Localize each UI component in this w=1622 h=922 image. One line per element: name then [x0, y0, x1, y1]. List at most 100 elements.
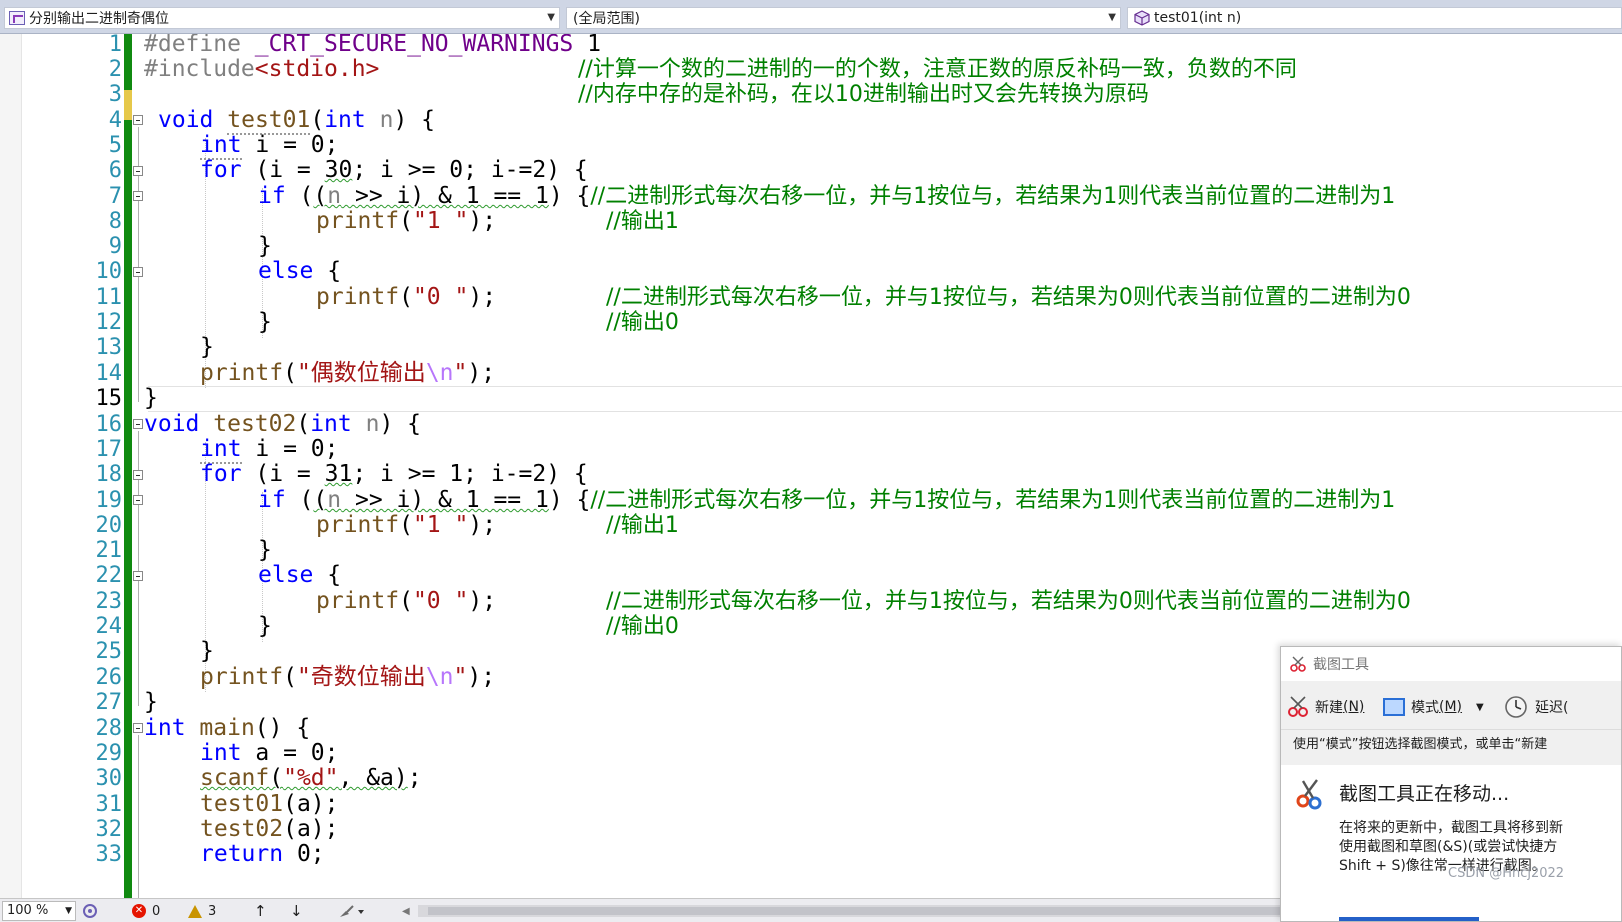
line-number: 13 — [95, 335, 123, 360]
navigation-bar: 分别输出二进制奇偶位 ▼ (全局范围) ▼ test01(int n) — [0, 0, 1622, 34]
code-line: //内存中存的是补码，在以10进制输出时又会先转换为原码 — [578, 81, 1149, 107]
code-line: int i = 0; — [200, 436, 339, 464]
snipping-tool-notice: 截图工具正在移动... 在将来的更新中，截图工具将移到新 使用截图和草图(&S)… — [1281, 765, 1621, 921]
code-line: #define _CRT_SECURE_NO_WARNINGS 1 — [144, 34, 601, 57]
line-number: 25 — [95, 639, 123, 664]
code-line: } — [144, 385, 158, 411]
code-line: //二进制形式每次右移一位，并与1按位与，若结果为0则代表当前位置的二进制为0 — [606, 284, 1411, 310]
scope-dropdown[interactable]: (全局范围) ▼ — [566, 7, 1121, 29]
line-number: 20 — [95, 513, 123, 538]
line-number: 28 — [95, 716, 123, 741]
chevron-down-icon: ▼ — [1476, 701, 1484, 713]
code-line: } — [258, 309, 272, 335]
line-number: 18 — [95, 462, 123, 487]
snipping-tool-link-bar[interactable] — [1339, 917, 1479, 921]
line-number: 29 — [95, 741, 123, 766]
collapse-icon[interactable] — [133, 115, 143, 125]
code-line: printf("0 "); — [316, 588, 497, 614]
code-line: void test01(int n) { — [158, 107, 436, 135]
previous-issue-arrow-icon[interactable]: ↑ — [254, 902, 267, 920]
mode-button[interactable]: 模式 (M) ▼ — [1383, 695, 1484, 719]
collapse-icon[interactable] — [133, 723, 143, 733]
line-number: 11 — [95, 285, 123, 310]
line-number: 4 — [108, 108, 122, 133]
line-number: 10 — [95, 259, 123, 284]
code-line: } — [144, 689, 158, 715]
code-line: } — [258, 233, 272, 259]
next-issue-arrow-icon[interactable]: ↓ — [290, 902, 303, 920]
code-line: printf("1 "); — [316, 208, 497, 234]
outline-margin — [132, 34, 144, 898]
line-number: 7 — [108, 184, 122, 209]
line-number: 14 — [95, 361, 123, 386]
collapse-icon[interactable] — [133, 166, 143, 176]
line-number: 8 — [108, 209, 122, 234]
line-number: 1 — [108, 34, 122, 57]
code-line: void test02(int n) { — [144, 411, 422, 437]
line-number: 19 — [95, 488, 123, 513]
code-comment: //计算一个数的二进制的一的个数，注意正数的原反补码一致，负数的不同 — [578, 57, 1297, 82]
member-dropdown[interactable]: test01(int n) — [1127, 7, 1622, 29]
zoom-dropdown[interactable]: 100 % ▼ — [2, 901, 76, 921]
code-line: } — [258, 613, 272, 639]
code-line: if ((n >> i) & 1 == 1) {//二进制形式每次右移一位，并与… — [258, 487, 1396, 513]
snipping-tool-toolbar: 新建 (N) 模式 (M) ▼ 延迟( — [1281, 689, 1621, 725]
zoom-level: 100 % — [7, 903, 49, 918]
code-line: //输出0 — [606, 613, 679, 639]
delay-button[interactable]: 延迟( — [1503, 695, 1568, 719]
line-number: 6 — [108, 158, 122, 183]
code-line: int main() { — [144, 715, 311, 741]
code-line: printf("奇数位输出\n"); — [200, 664, 496, 690]
code-line: if ((n >> i) & 1 == 1) {//二进制形式每次右移一位，并与… — [258, 183, 1396, 209]
line-number: 24 — [95, 614, 123, 639]
line-number: 9 — [108, 234, 122, 259]
code-line: int a = 0; — [200, 740, 339, 766]
code-line: int i = 0; — [200, 132, 339, 160]
line-number: 15 — [95, 386, 123, 411]
collapse-icon[interactable] — [133, 267, 143, 277]
collapse-icon[interactable] — [133, 470, 143, 480]
line-number: 26 — [95, 665, 123, 690]
line-number: 22 — [95, 563, 123, 588]
scroll-left-icon[interactable]: ◀ — [402, 902, 410, 920]
code-comment: //二进制形式每次右移一位，并与1按位与，若结果为0则代表当前位置的二进制为0 — [606, 285, 1411, 310]
clock-icon — [1505, 696, 1527, 718]
code-line: for (i = 31; i >= 1; i-=2) { — [200, 461, 588, 487]
collapse-icon[interactable] — [133, 191, 143, 201]
code-line: } — [200, 638, 214, 664]
line-number: 16 — [95, 412, 123, 437]
warning-count[interactable]: 3 — [188, 902, 216, 920]
error-count[interactable]: ✕ 0 — [132, 902, 160, 920]
project-dropdown[interactable]: 分别输出二进制奇偶位 ▼ — [4, 7, 560, 29]
code-line: test01(a); — [200, 791, 339, 817]
code-line: for (i = 30; i >= 0; i-=2) { — [200, 157, 588, 183]
project-dropdown-label: 分别输出二进制奇偶位 — [29, 11, 169, 27]
scissors-icon — [1288, 696, 1308, 717]
snipping-tool-titlebar[interactable]: 截图工具 — [1281, 647, 1621, 681]
new-snip-button[interactable]: 新建 (N) — [1285, 695, 1364, 719]
line-number: 33 — [95, 842, 123, 867]
collapse-icon[interactable] — [133, 571, 143, 581]
scrollbar-thumb[interactable] — [428, 907, 1328, 915]
watermark: CSDN @Hncj2022 — [1448, 866, 1565, 881]
error-icon: ✕ — [132, 904, 146, 918]
snipping-tool-title: 截图工具 — [1313, 657, 1369, 673]
code-cleanup-brush-icon[interactable] — [338, 902, 364, 920]
code-comment: //二进制形式每次右移一位，并与1按位与，若结果为1则代表当前位置的二进制为1 — [590, 184, 1396, 209]
line-number: 12 — [95, 310, 123, 335]
code-line: //输出1 — [606, 208, 679, 234]
code-comment: //输出1 — [606, 209, 679, 234]
code-comment: //输出0 — [606, 614, 679, 639]
collapse-icon[interactable] — [133, 419, 143, 429]
snip-and-sketch-icon — [1296, 779, 1322, 810]
collapse-icon[interactable] — [133, 495, 143, 505]
health-icon[interactable] — [82, 902, 98, 920]
code-line: //二进制形式每次右移一位，并与1按位与，若结果为0则代表当前位置的二进制为0 — [606, 588, 1411, 614]
code-line: } — [200, 334, 214, 360]
mode-rectangle-icon — [1383, 698, 1405, 716]
line-number: 30 — [95, 766, 123, 791]
selection-margin — [0, 34, 22, 898]
line-number: 32 — [95, 817, 123, 842]
warning-icon — [188, 904, 202, 918]
code-line: else { — [258, 562, 342, 588]
